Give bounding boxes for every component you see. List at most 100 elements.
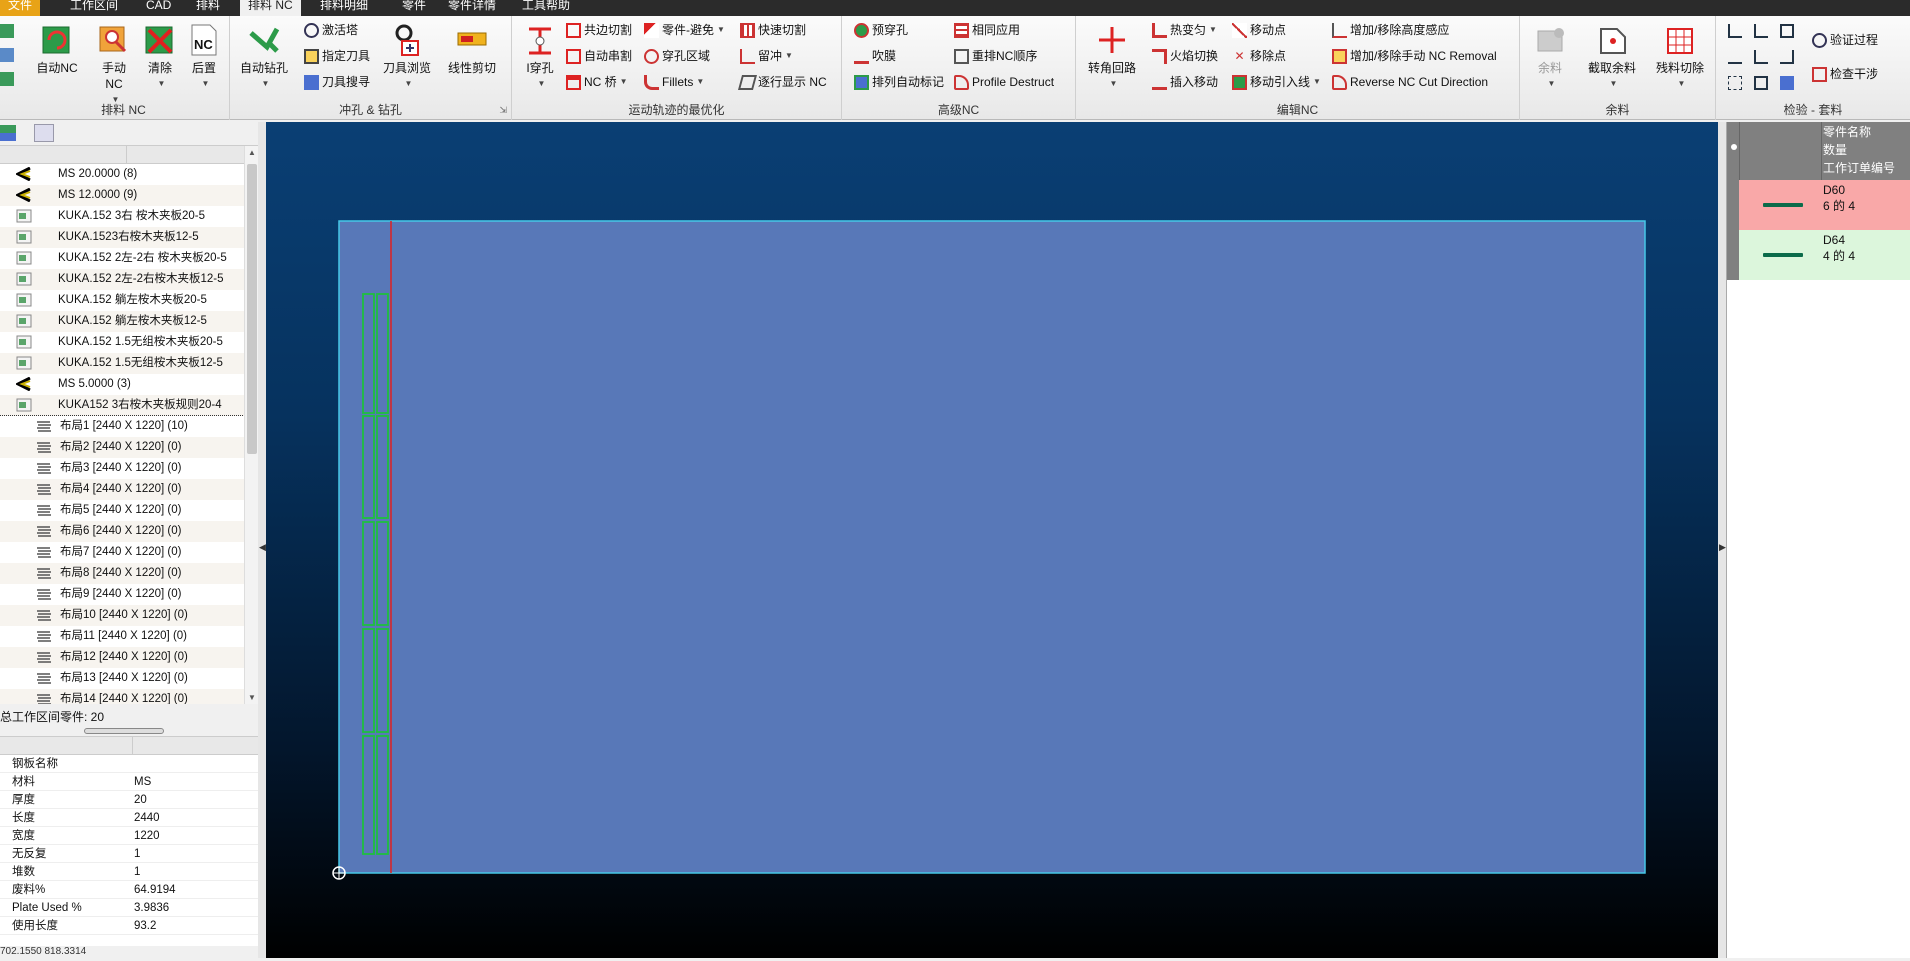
property-row[interactable]: 废料% 64.9194 xyxy=(0,881,258,899)
tree-part-item[interactable]: KUKA.152 1.5无组桉木夹板12-5 xyxy=(0,353,244,374)
menu-file[interactable]: 文件 xyxy=(0,0,41,16)
tree-part-item[interactable]: KUKA.152 2左-2右桉木夹板12-5 xyxy=(0,269,244,290)
property-row[interactable]: 无反复 1 xyxy=(0,845,258,863)
panel-splitter-handle[interactable] xyxy=(84,728,164,734)
col-part-name[interactable]: 零件名称 xyxy=(1823,123,1871,141)
tree-layout-item[interactable]: 布局11 [2440 X 1220] (0) xyxy=(0,626,244,647)
select-box-icon[interactable] xyxy=(1754,76,1768,90)
dialog-launcher-icon[interactable]: ⇲ xyxy=(499,105,507,116)
reverse-cut-button[interactable]: Reverse NC Cut Direction xyxy=(1332,72,1488,92)
tree-layout-item[interactable]: 布局1 [2440 X 1220] (10) xyxy=(0,415,244,438)
tree-part-item[interactable]: KUKA.152 躺左桉木夹板20-5 xyxy=(0,290,244,311)
menu-nest-detail[interactable]: 排料明细 xyxy=(312,0,376,16)
property-row[interactable]: 堆数 1 xyxy=(0,863,258,881)
col-work-order[interactable]: 工作订单编号 xyxy=(1823,159,1895,177)
verify-process-button[interactable]: 验证过程 xyxy=(1812,30,1878,50)
auto-mark-button[interactable]: 排列自动标记 xyxy=(854,72,944,92)
right-splitter[interactable]: ▶ xyxy=(1718,122,1726,958)
corner-loop-button[interactable]: 转角回路 ▼ xyxy=(1084,22,1140,92)
auto-drill-button[interactable]: 自动钻孔 ▼ xyxy=(238,22,290,92)
collapse-right-icon[interactable]: ▶ xyxy=(1719,542,1726,553)
collapse-left-icon[interactable]: ◀ xyxy=(259,542,266,553)
property-row[interactable]: 厚度 20 xyxy=(0,791,258,809)
cut-remnant-button[interactable]: 截取余料 ▼ xyxy=(1580,22,1644,92)
distance-icon[interactable] xyxy=(1780,24,1794,38)
tree-material-item[interactable]: MS 12.0000 (9) xyxy=(0,185,244,206)
post-button[interactable]: NC 后置 ▼ xyxy=(184,22,224,92)
move-point-button[interactable]: 移动点 xyxy=(1232,20,1286,40)
property-value[interactable]: 20 xyxy=(134,791,147,809)
common-cut-button[interactable]: 共边切割 xyxy=(566,20,632,40)
move-lead-button[interactable]: 移动引入线 ▼ xyxy=(1232,72,1321,92)
menu-cad[interactable]: CAD xyxy=(138,0,179,16)
property-row[interactable]: 长度 2440 xyxy=(0,809,258,827)
slope-icon[interactable] xyxy=(1780,50,1794,64)
tree-layout-item[interactable]: 布局13 [2440 X 1220] (0) xyxy=(0,668,244,689)
assign-tool-button[interactable]: 指定刀具 xyxy=(304,46,370,66)
scroll-up-icon[interactable]: ▲ xyxy=(248,148,256,157)
pre-pierce-button[interactable]: 预穿孔 xyxy=(854,20,908,40)
tree-part-item[interactable]: KUKA152 3右桉木夹板规则20-4 xyxy=(0,395,244,416)
menu-tools-help[interactable]: 工具帮助 xyxy=(514,0,578,16)
col-quantity[interactable]: 数量 xyxy=(1823,141,1847,159)
layout-icon[interactable] xyxy=(0,48,14,62)
property-value[interactable]: 64.9194 xyxy=(134,881,176,899)
tree-layout-item[interactable]: 布局3 [2440 X 1220] (0) xyxy=(0,458,244,479)
pierce-button[interactable]: I穿孔 ▼ xyxy=(520,22,560,92)
part-avoid-button[interactable]: 零件-避免 ▼ xyxy=(644,20,725,40)
row-selector[interactable] xyxy=(1727,180,1739,230)
manual-nc-removal-button[interactable]: 增加/移除手动 NC Removal xyxy=(1332,46,1497,66)
angle-icon[interactable] xyxy=(1728,50,1742,64)
tree-scrollbar[interactable]: ▲ ▼ xyxy=(244,146,258,704)
tool-search-button[interactable]: 刀具搜寻 xyxy=(304,72,370,92)
remnant-button[interactable]: 余料 ▼ xyxy=(1530,22,1570,92)
row-selector[interactable] xyxy=(1727,230,1739,280)
property-row[interactable]: Plate Used % 3.9836 xyxy=(0,899,258,917)
tree-material-item[interactable]: MS 5.0000 (3) xyxy=(0,374,244,395)
list-view-icon[interactable] xyxy=(34,124,54,142)
tree-layout-item[interactable]: 布局4 [2440 X 1220] (0) xyxy=(0,479,244,500)
menu-part-detail[interactable]: 零件详情 xyxy=(440,0,504,16)
tree-layout-item[interactable]: 布局6 [2440 X 1220] (0) xyxy=(0,521,244,542)
part-list-row[interactable]: D64 4 的 4 xyxy=(1727,230,1910,280)
measure-icon[interactable] xyxy=(1754,24,1768,38)
scrap-cut-button[interactable]: 残料切除 ▼ xyxy=(1650,22,1710,92)
property-value[interactable]: 2440 xyxy=(134,809,160,827)
blow-film-button[interactable]: 吹膜 xyxy=(854,46,896,66)
tree-part-item[interactable]: KUKA.152 躺左桉木夹板12-5 xyxy=(0,311,244,332)
property-value[interactable]: 1220 xyxy=(134,827,160,845)
clear-button[interactable]: 清除 ▼ xyxy=(140,22,180,92)
check-interference-button[interactable]: 检查干涉 xyxy=(1812,64,1878,84)
nest-canvas[interactable] xyxy=(266,122,1718,958)
plate-sheet[interactable] xyxy=(338,220,1646,874)
part-list-row[interactable]: D60 6 的 4 xyxy=(1727,180,1910,230)
menu-workspace[interactable]: 工作区间 xyxy=(62,0,126,16)
tree-layout-item[interactable]: 布局5 [2440 X 1220] (0) xyxy=(0,500,244,521)
left-splitter[interactable]: ◀ xyxy=(258,122,266,958)
sheet-icon[interactable] xyxy=(0,72,14,86)
flame-switch-button[interactable]: 火焰切换 xyxy=(1152,46,1218,66)
tree-part-item[interactable]: KUKA.152 1.5无组桉木夹板20-5 xyxy=(0,332,244,353)
scroll-down-icon[interactable]: ▼ xyxy=(248,693,256,702)
tree-layout-item[interactable]: 布局2 [2440 X 1220] (0) xyxy=(0,437,244,458)
dot-icon[interactable] xyxy=(1728,76,1742,90)
tree-layout-item[interactable]: 布局8 [2440 X 1220] (0) xyxy=(0,563,244,584)
fillets-button[interactable]: Fillets ▼ xyxy=(644,72,704,92)
same-apply-button[interactable]: 相同应用 xyxy=(954,20,1020,40)
property-row[interactable]: 材料 MS xyxy=(0,773,258,791)
tree-material-item[interactable]: MS 20.0000 (8) xyxy=(0,164,244,185)
corner-icon[interactable] xyxy=(1754,50,1768,64)
property-value[interactable]: MS xyxy=(134,773,151,791)
image-icon[interactable] xyxy=(1780,76,1794,90)
property-row[interactable]: 宽度 1220 xyxy=(0,827,258,845)
linear-cut-button[interactable]: 线性剪切 xyxy=(442,22,502,76)
manual-nc-button[interactable]: 手动 NC ▼ xyxy=(94,22,134,108)
measure-icon[interactable] xyxy=(1728,24,1742,38)
pierce-area-button[interactable]: 穿孔区域 xyxy=(644,46,710,66)
tree-layout-item[interactable]: 布局9 [2440 X 1220] (0) xyxy=(0,584,244,605)
nest-drawing[interactable] xyxy=(266,122,1718,958)
tree-part-item[interactable]: KUKA.1523右桉木夹板12-5 xyxy=(0,227,244,248)
tree-part-item[interactable]: KUKA.152 3右 桉木夹板20-5 xyxy=(0,206,244,227)
microjoint-button[interactable]: 留冲 ▼ xyxy=(740,46,793,66)
menu-nest[interactable]: 排料 xyxy=(188,0,228,16)
